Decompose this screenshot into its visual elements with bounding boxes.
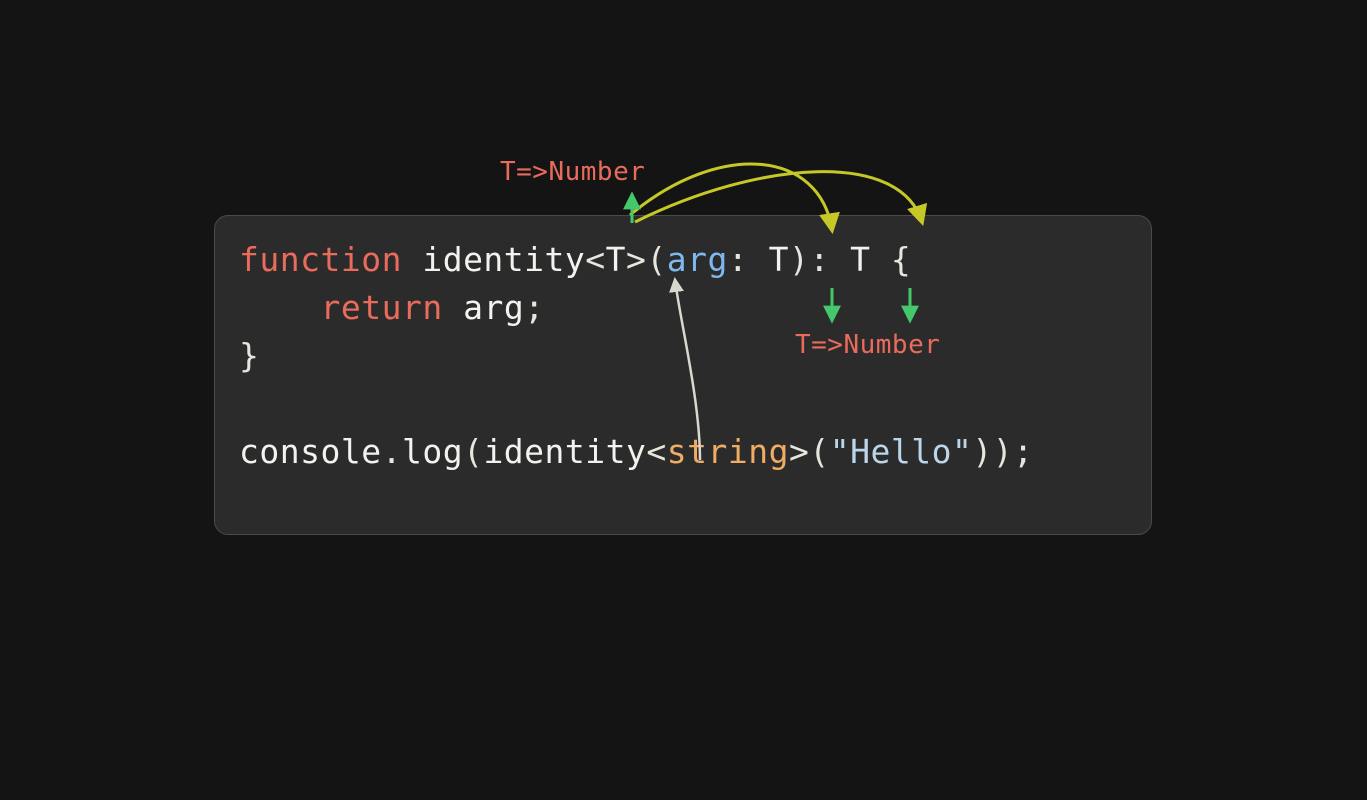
string-hello: "Hello" bbox=[830, 432, 973, 471]
lparen2: ( bbox=[809, 432, 829, 471]
diagram-stage: T=>Number function identity<T>(arg: T): … bbox=[0, 0, 1367, 800]
indent bbox=[239, 288, 320, 327]
code-card: function identity<T>(arg: T): T { return… bbox=[214, 215, 1152, 535]
space bbox=[443, 288, 463, 327]
colon: : bbox=[728, 240, 769, 279]
angle-gt: > bbox=[626, 240, 646, 279]
keyword-return: return bbox=[320, 288, 442, 327]
angle-lt: < bbox=[585, 240, 605, 279]
close-brace: } bbox=[239, 336, 259, 375]
annotation-top: T=>Number bbox=[500, 157, 645, 187]
keyword-function: function bbox=[239, 240, 402, 279]
rparen-colon: ): bbox=[789, 240, 850, 279]
angle-lt: < bbox=[646, 432, 666, 471]
type-string: string bbox=[667, 432, 789, 471]
return-type-T: T bbox=[850, 240, 870, 279]
rparen2: ) bbox=[972, 432, 992, 471]
ident-arg: arg bbox=[463, 288, 524, 327]
dot: . bbox=[382, 432, 402, 471]
semi: ; bbox=[1013, 432, 1033, 471]
open-brace: { bbox=[871, 240, 912, 279]
rparen: ) bbox=[993, 432, 1013, 471]
ident-log: log bbox=[402, 432, 463, 471]
annotation-bottom: T=>Number bbox=[795, 330, 940, 360]
fn-identity: identity bbox=[422, 240, 585, 279]
code-block: function identity<T>(arg: T): T { return… bbox=[239, 236, 1127, 476]
ident-console: console bbox=[239, 432, 382, 471]
angle-gt: > bbox=[789, 432, 809, 471]
lparen: ( bbox=[646, 240, 666, 279]
ident-identity: identity bbox=[483, 432, 646, 471]
semi: ; bbox=[524, 288, 544, 327]
space bbox=[402, 240, 422, 279]
param-type-T: T bbox=[769, 240, 789, 279]
lparen: ( bbox=[463, 432, 483, 471]
param-arg: arg bbox=[667, 240, 728, 279]
generic-T: T bbox=[606, 240, 626, 279]
